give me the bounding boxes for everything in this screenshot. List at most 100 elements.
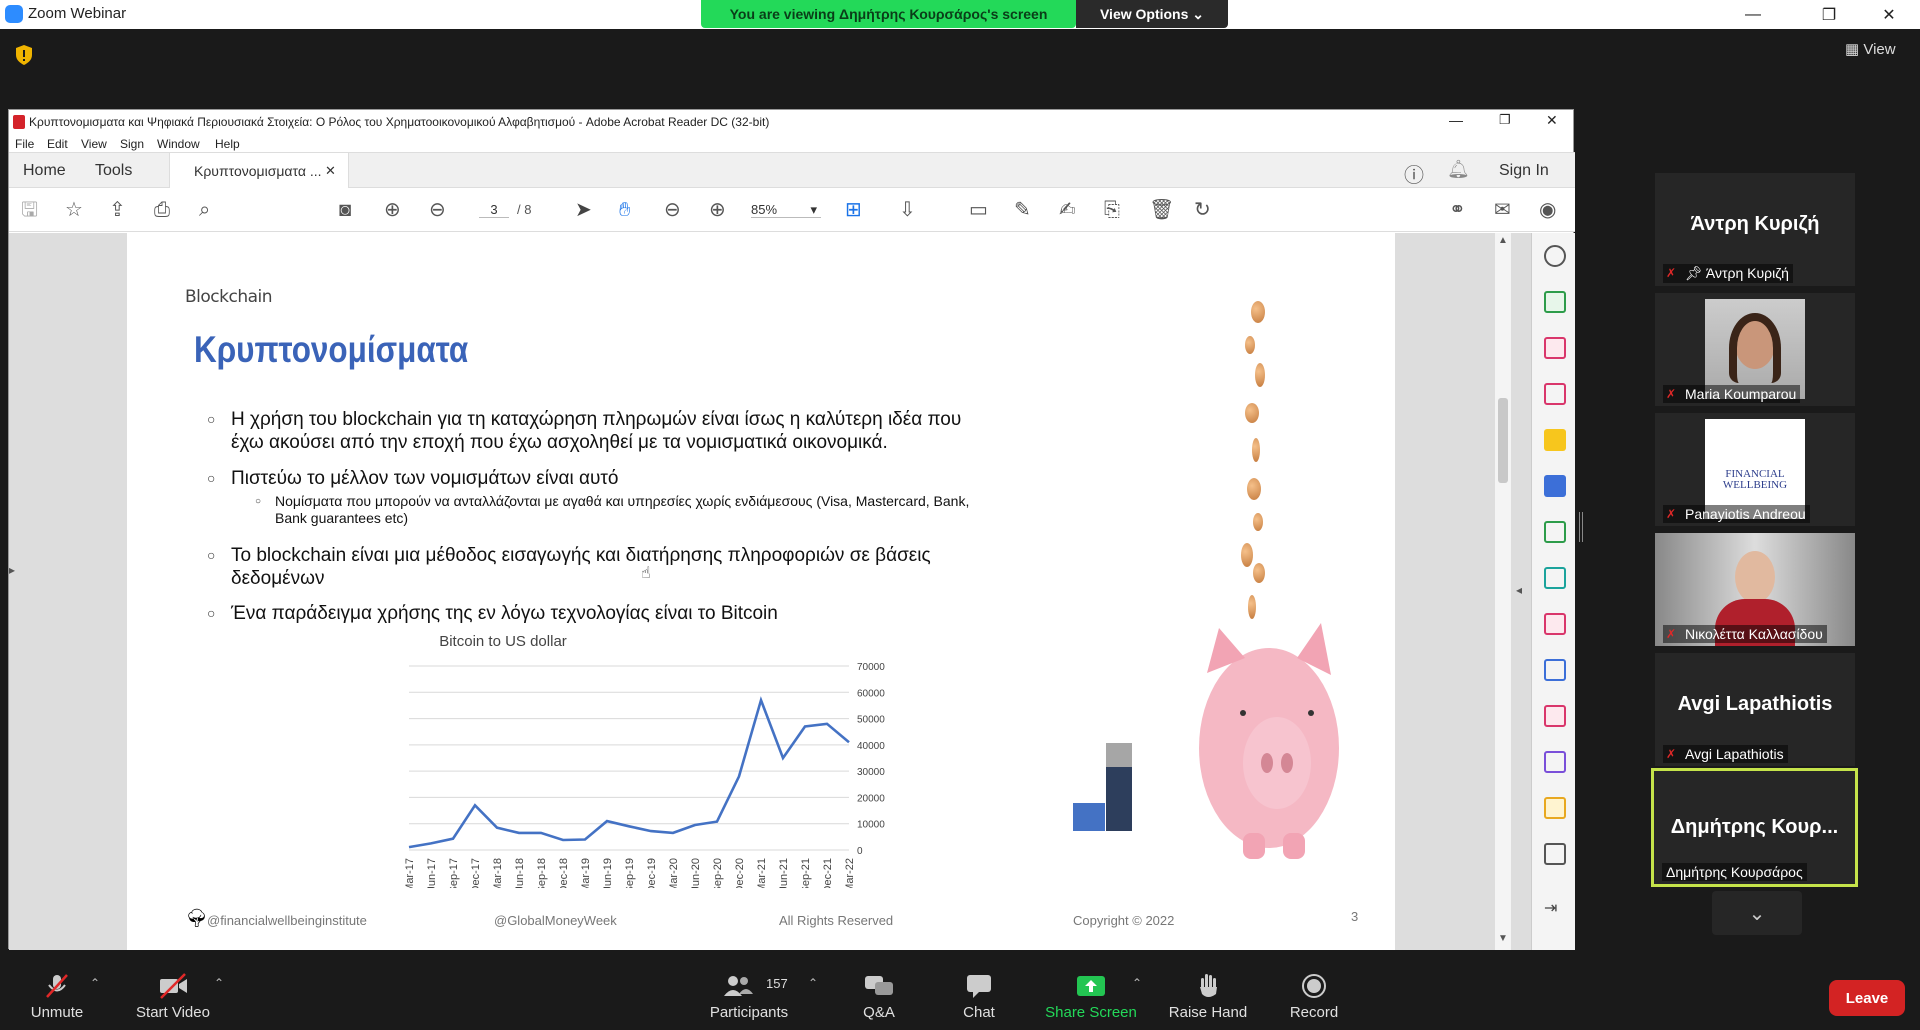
participant-tile[interactable]: FINANCIAL WELLBEING ✗ Panayiotis Andreou	[1655, 413, 1855, 526]
scroll-down-icon[interactable]: ▼	[1498, 933, 1508, 944]
pdf-tool-icon[interactable]	[1544, 705, 1566, 727]
rotate-icon[interactable]: ↻	[1194, 200, 1211, 220]
select-cursor-icon[interactable]: ➤	[575, 200, 592, 220]
footer-copyright: Copyright © 2022	[1073, 913, 1175, 928]
search-icon[interactable]: ⌕	[199, 200, 210, 220]
zoom-level-select[interactable]: 85% ▾	[751, 202, 821, 218]
send-review-icon[interactable]	[1544, 797, 1566, 819]
help-icon[interactable]: ⓘ	[1404, 159, 1424, 188]
video-options-caret-icon[interactable]: ⌃	[214, 976, 224, 990]
close-button[interactable]: ✕	[1866, 0, 1912, 29]
scrollbar-thumb[interactable]	[1498, 398, 1508, 483]
participants-button[interactable]: 157 Participants	[694, 962, 804, 1030]
right-panel-toggle-icon[interactable]: ◂	[1516, 583, 1522, 597]
tab-close-icon[interactable]: ✕	[325, 163, 336, 179]
bullet-4: Ένα παράδειγμα χρήσης της εν λόγω τεχνολ…	[231, 603, 778, 624]
scan-ocr-icon[interactable]	[1544, 567, 1566, 589]
page-up-icon[interactable]: ⊕	[384, 200, 401, 220]
comment-icon[interactable]: ▭	[969, 200, 988, 220]
record-button[interactable]: Record	[1259, 962, 1369, 1030]
export-pdf-icon[interactable]	[1544, 383, 1566, 405]
notification-bell-icon[interactable]: 🔔︎	[1447, 159, 1470, 180]
upload-icon[interactable]: ⇪	[109, 200, 126, 220]
tab-document[interactable]: Κρυπτονομισματα ... ✕	[169, 153, 349, 189]
restore-button[interactable]: ❐	[1806, 0, 1852, 29]
combine-files-icon[interactable]	[1544, 475, 1566, 497]
fill-sign-tool-icon[interactable]	[1544, 613, 1566, 635]
audio-options-caret-icon[interactable]: ⌃	[90, 976, 100, 990]
tab-tools[interactable]: Tools	[95, 162, 132, 180]
muted-mic-icon: ✗	[1666, 627, 1677, 641]
participant-tile[interactable]: ✗ Maria Koumparou	[1655, 293, 1855, 406]
leave-button[interactable]: Leave	[1829, 980, 1905, 1016]
page-down-icon[interactable]: ⊖	[429, 200, 446, 220]
view-layout-button[interactable]: ▦ View	[1845, 40, 1896, 58]
panel-resize-handle[interactable]	[1579, 512, 1583, 542]
request-sign-icon[interactable]	[1544, 751, 1566, 773]
chat-button[interactable]: Chat	[924, 962, 1034, 1030]
raise-hand-button[interactable]: Raise Hand	[1153, 962, 1263, 1030]
fill-sign-icon[interactable]: ⎘	[1104, 200, 1120, 220]
more-participants-chevron-icon[interactable]: ⌄	[1712, 891, 1802, 935]
security-shield-icon[interactable]	[14, 44, 34, 66]
document-area[interactable]: ▸ Blockchain Κρυπτονομίσματα ○ Η χρήση τ…	[9, 233, 1575, 950]
viewing-banner: You are viewing Δημήτρης Κουρσάρος's scr…	[701, 0, 1076, 28]
tab-document-label: Κρυπτονομισματα ...	[194, 163, 322, 179]
left-panel-toggle-icon[interactable]: ▸	[9, 563, 19, 577]
scroll-mode-icon[interactable]: ⇩	[899, 200, 916, 220]
collapse-rail-icon[interactable]: ⇥	[1544, 898, 1566, 920]
zoom-in-icon[interactable]: ⊕	[709, 200, 726, 220]
acro-close-button[interactable]: ✕	[1546, 112, 1558, 129]
organize-pages-icon[interactable]	[1544, 337, 1566, 359]
acro-minimize-button[interactable]: —	[1449, 112, 1463, 128]
view-options-button[interactable]: View Options ⌄	[1076, 0, 1228, 28]
more-tools-icon[interactable]	[1544, 843, 1566, 865]
participant-tile[interactable]: Avgi Lapathiotis ✗ Avgi Lapathiotis	[1655, 653, 1855, 766]
fit-page-icon[interactable]: ⊞	[845, 200, 862, 220]
menu-view[interactable]: View	[81, 137, 107, 151]
protect-icon[interactable]	[1544, 659, 1566, 681]
acrobat-window: Κρυπτονομισματα και Ψηφιακά Περιουσιακά …	[8, 109, 1575, 950]
create-pdf-icon[interactable]	[1544, 291, 1566, 313]
scroll-up-icon[interactable]: ▲	[1498, 235, 1508, 246]
start-video-button[interactable]: Start Video	[118, 962, 228, 1030]
active-speaker-tile[interactable]: Δημήτρης Κουρ... Δημήτρης Κουρσάρος	[1651, 768, 1858, 887]
comment-tool-icon[interactable]	[1544, 429, 1566, 451]
menu-file[interactable]: File	[15, 137, 34, 151]
highlight-pen-icon[interactable]: ✎	[1014, 200, 1031, 220]
participant-tile[interactable]: Άντρη Κυριζή ✗ 📌︎ Άντρη Κυριζή	[1655, 173, 1855, 286]
muted-mic-icon: ✗	[1666, 507, 1677, 521]
menu-help[interactable]: Help	[215, 137, 240, 151]
menu-window[interactable]: Window	[157, 137, 200, 151]
coin	[1255, 363, 1265, 387]
delete-icon[interactable]: 🗑︎	[1149, 200, 1174, 220]
account-icon[interactable]: ◉	[1539, 200, 1556, 220]
minimize-button[interactable]: —	[1730, 0, 1776, 29]
zoom-search-icon[interactable]	[1544, 245, 1566, 267]
menu-sign[interactable]: Sign	[120, 137, 144, 151]
email-icon[interactable]: ✉	[1494, 200, 1511, 220]
acro-restore-button[interactable]: ❐	[1499, 112, 1511, 128]
compress-icon[interactable]	[1544, 521, 1566, 543]
participants-caret-icon[interactable]: ⌃	[808, 976, 818, 990]
qa-button[interactable]: Q&A	[824, 962, 934, 1030]
print-icon[interactable]: ⎙	[154, 200, 170, 220]
share-options-caret-icon[interactable]: ⌃	[1132, 976, 1142, 990]
participant-tile[interactable]: ✗ Νικολέττα Καλλασίδου	[1655, 533, 1855, 646]
sign-in-link[interactable]: Sign In	[1499, 162, 1549, 180]
page-number-input[interactable]: 3	[479, 202, 509, 218]
unmute-label: Unmute	[30, 1004, 84, 1021]
bookmark-star-icon[interactable]: ☆	[65, 200, 83, 220]
sign-icon[interactable]: ✍︎	[1059, 200, 1076, 220]
participant-big-name: Δημήτρης Κουρ...	[1670, 816, 1839, 838]
snapshot-icon[interactable]: ◙	[339, 200, 351, 220]
hand-tool-icon[interactable]: ✋︎	[619, 200, 630, 220]
share-link-icon[interactable]: ⚭	[1449, 200, 1466, 220]
tab-home[interactable]: Home	[23, 162, 66, 180]
vertical-scrollbar[interactable]: ▲ ▼	[1495, 233, 1511, 950]
save-icon[interactable]: 🖫︎	[21, 200, 38, 220]
share-screen-button[interactable]: Share Screen	[1036, 962, 1146, 1030]
menu-edit[interactable]: Edit	[47, 137, 68, 151]
zoom-out-icon[interactable]: ⊖	[664, 200, 681, 220]
unmute-button[interactable]: Unmute	[2, 962, 112, 1030]
